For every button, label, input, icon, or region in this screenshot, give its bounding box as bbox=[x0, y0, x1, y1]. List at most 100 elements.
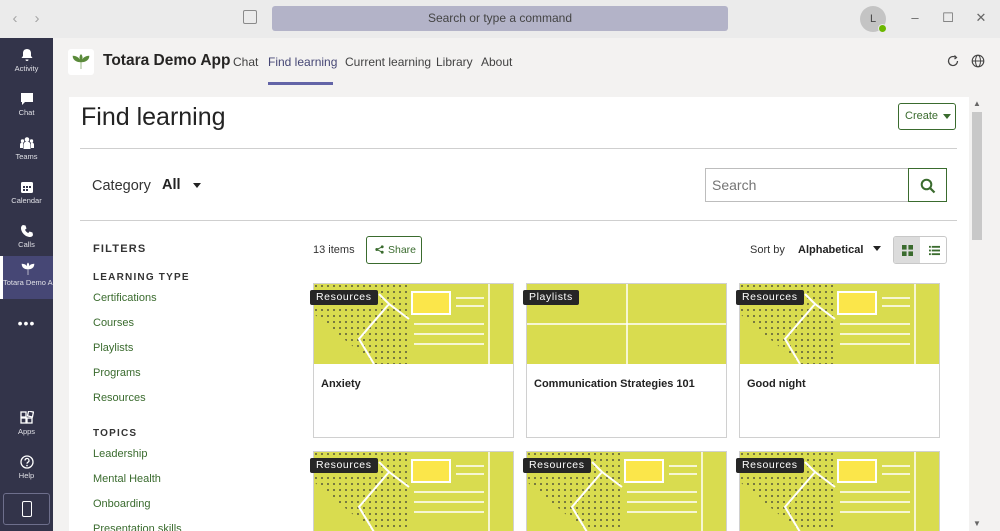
filter-programs[interactable]: Programs bbox=[93, 367, 141, 379]
maximize-icon[interactable]: ☐ bbox=[941, 10, 955, 26]
more-apps-icon[interactable]: ••• bbox=[0, 315, 53, 331]
rail-label: Chat bbox=[18, 108, 35, 117]
divider bbox=[80, 220, 957, 221]
list-view-button[interactable] bbox=[921, 237, 946, 263]
learning-card[interactable]: Resources Anxiety bbox=[310, 283, 514, 438]
rail-label: Activity bbox=[14, 64, 39, 73]
category-label: Category bbox=[92, 178, 151, 194]
card-type-badge: Resources bbox=[523, 458, 591, 473]
rail-item-calendar[interactable]: Calendar bbox=[0, 174, 53, 217]
learning-card[interactable]: Playlists Communication Strategies 101 bbox=[523, 283, 727, 438]
card-title[interactable]: Good night bbox=[747, 378, 806, 390]
filter-playlists[interactable]: Playlists bbox=[93, 342, 133, 354]
help-icon bbox=[19, 455, 34, 469]
share-button[interactable]: Share bbox=[366, 236, 422, 264]
learning-type-heading: LEARNING TYPE bbox=[93, 272, 190, 283]
card-type-badge: Resources bbox=[310, 458, 378, 473]
sort-select[interactable]: Alphabetical bbox=[798, 244, 863, 256]
rail-label: Teams bbox=[15, 152, 38, 161]
phone-icon bbox=[20, 225, 33, 237]
avatar-initial: L bbox=[869, 13, 877, 25]
rail-item-chat[interactable]: Chat bbox=[0, 86, 53, 129]
apps-icon bbox=[19, 411, 34, 424]
grid-icon bbox=[902, 245, 913, 256]
active-tab-indicator bbox=[268, 82, 333, 85]
device-button[interactable] bbox=[3, 493, 50, 525]
compose-icon[interactable] bbox=[243, 10, 257, 24]
create-button-label: Create bbox=[905, 110, 939, 122]
filter-certifications[interactable]: Certifications bbox=[93, 292, 157, 304]
close-icon[interactable]: ✕ bbox=[974, 10, 988, 26]
rail-item-help[interactable]: Help bbox=[0, 449, 53, 492]
calendar-icon bbox=[20, 182, 33, 193]
filter-courses[interactable]: Courses bbox=[93, 317, 134, 329]
rail-item-totara-demo-app[interactable]: Totara Demo App bbox=[0, 256, 53, 299]
rail-item-apps[interactable]: Apps bbox=[0, 405, 53, 448]
command-search-bar[interactable]: Search or type a command bbox=[272, 6, 728, 31]
tab-library[interactable]: Library bbox=[436, 55, 473, 69]
divider bbox=[80, 148, 957, 149]
filters-heading: FILTERS bbox=[93, 243, 147, 255]
create-button[interactable]: Create bbox=[898, 103, 956, 130]
page-title: Find learning bbox=[81, 103, 226, 131]
rail-label: Calendar bbox=[11, 196, 42, 205]
rail-label: Help bbox=[18, 471, 35, 480]
share-icon bbox=[375, 245, 384, 254]
grid-view-button[interactable] bbox=[894, 237, 920, 263]
app-header: Totara Demo App Chat Find learning Curre… bbox=[53, 38, 1000, 86]
refresh-icon[interactable] bbox=[946, 54, 960, 68]
rail-item-activity[interactable]: Activity bbox=[0, 42, 53, 85]
avatar[interactable]: L bbox=[860, 6, 887, 33]
share-button-label: Share bbox=[388, 244, 417, 256]
learning-card[interactable]: Resources Good night bbox=[736, 283, 940, 438]
filter-leadership[interactable]: Leadership bbox=[93, 448, 147, 460]
tab-chat[interactable]: Chat bbox=[233, 55, 258, 69]
find-learning-panel: Find learning Create Category All FILTER… bbox=[69, 97, 969, 531]
totara-leaf-icon bbox=[21, 262, 35, 275]
learning-card[interactable]: Resources bbox=[310, 451, 514, 531]
view-toggle bbox=[893, 236, 947, 264]
card-type-badge: Resources bbox=[736, 458, 804, 473]
scroll-up-icon[interactable]: ▲ bbox=[971, 99, 983, 108]
totara-leaf-icon bbox=[72, 54, 90, 69]
filter-resources[interactable]: Resources bbox=[93, 392, 146, 404]
teams-icon bbox=[19, 137, 34, 149]
search-input[interactable] bbox=[705, 168, 909, 202]
tab-current-learning[interactable]: Current learning bbox=[345, 55, 431, 69]
filter-presentation-skills[interactable]: Presentation skills bbox=[93, 523, 182, 531]
tab-about[interactable]: About bbox=[481, 55, 512, 69]
learning-card[interactable]: Resources bbox=[736, 451, 940, 531]
chat-icon bbox=[20, 93, 33, 105]
chevron-down-icon[interactable] bbox=[873, 246, 881, 251]
items-count: 13 items bbox=[313, 244, 355, 256]
bell-icon bbox=[21, 49, 32, 61]
filter-onboarding[interactable]: Onboarding bbox=[93, 498, 151, 510]
rail-label: Apps bbox=[17, 427, 36, 436]
rail-item-calls[interactable]: Calls bbox=[0, 218, 53, 261]
back-icon[interactable]: ‹ bbox=[8, 10, 22, 27]
learning-card[interactable]: Resources bbox=[523, 451, 727, 531]
topics-heading: TOPICS bbox=[93, 428, 138, 439]
sort-label: Sort by bbox=[750, 244, 785, 256]
mobile-device-icon bbox=[22, 501, 32, 517]
tab-find-learning[interactable]: Find learning bbox=[268, 55, 337, 69]
card-type-badge: Resources bbox=[310, 290, 378, 305]
globe-icon[interactable] bbox=[971, 54, 985, 68]
chevron-down-icon[interactable] bbox=[193, 183, 201, 188]
scrollbar-thumb[interactable] bbox=[972, 112, 982, 240]
minimize-icon[interactable]: – bbox=[908, 10, 922, 25]
search-button[interactable] bbox=[908, 168, 947, 202]
category-select[interactable]: All bbox=[162, 177, 181, 193]
rail-item-teams[interactable]: Teams bbox=[0, 130, 53, 173]
app-name: Totara Demo App bbox=[103, 52, 231, 69]
presence-status-icon bbox=[878, 24, 887, 33]
app-rail: Activity Chat Teams Calendar Calls Totar… bbox=[0, 38, 53, 531]
scroll-down-icon[interactable]: ▼ bbox=[971, 519, 983, 528]
card-title[interactable]: Communication Strategies 101 bbox=[534, 378, 695, 390]
filter-mental-health[interactable]: Mental Health bbox=[93, 473, 161, 485]
card-title[interactable]: Anxiety bbox=[321, 378, 361, 390]
forward-icon[interactable]: › bbox=[30, 10, 44, 27]
card-type-badge: Resources bbox=[736, 290, 804, 305]
chevron-down-icon bbox=[943, 113, 952, 119]
rail-label: Calls bbox=[18, 240, 35, 249]
